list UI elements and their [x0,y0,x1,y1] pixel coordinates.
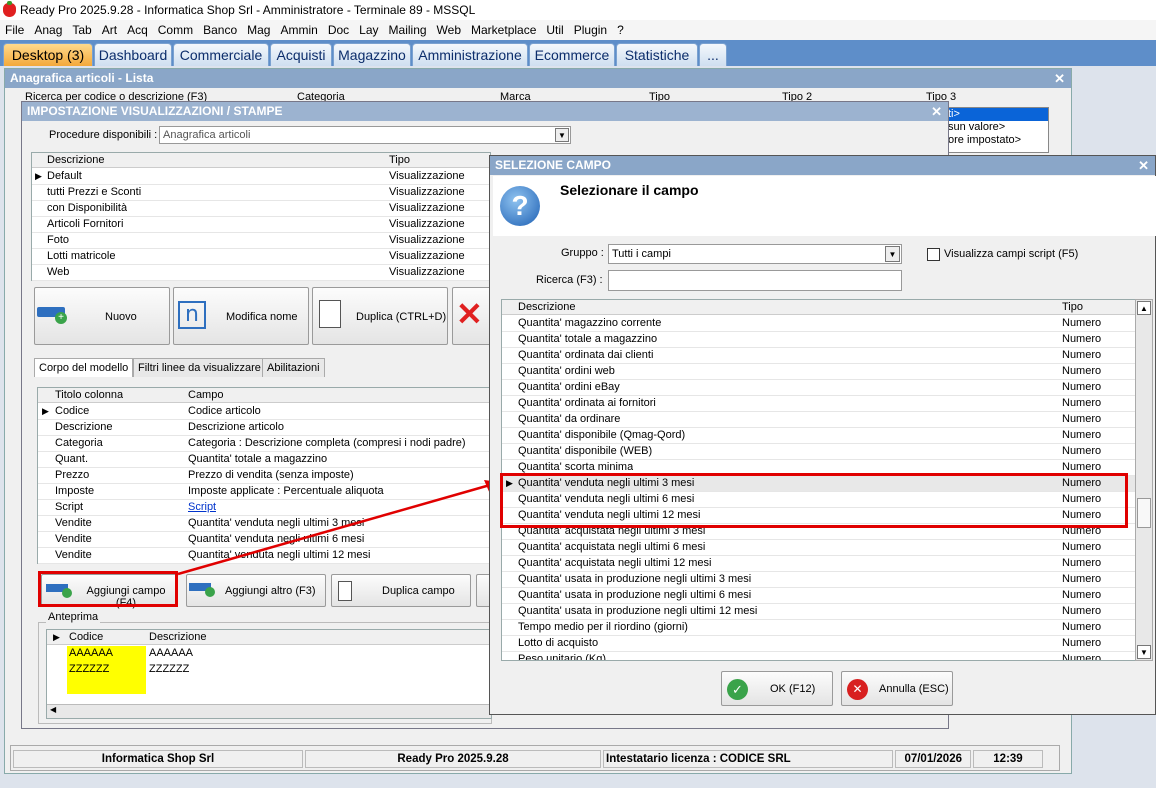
annulla-label: Annulla (ESC) [879,683,949,695]
cell-descrizione: Quantita' ordini eBay [518,381,620,393]
dialog-heading: Selezionare il campo [560,182,699,198]
cell-tipo: Numero [1062,589,1102,601]
field-row[interactable]: Quantita' usata in produzione negli ulti… [502,604,1137,620]
cell-descrizione: Lotto di acquisto [518,637,599,649]
field-row[interactable]: Quantita' ordinata dai clienti Numero [502,348,1137,364]
grid-header: Descrizione Tipo [502,300,1137,315]
checkbox-label: Visualizza campi script (F5) [944,248,1079,260]
cell-tipo: Numero [1062,605,1102,617]
status-licensee: Intestatario licenza : CODICE SRL [603,750,893,768]
cell-descrizione: Quantita' usata in produzione negli ulti… [518,589,752,601]
field-row[interactable]: Quantita' usata in produzione negli ulti… [502,572,1137,588]
cell-descrizione: Peso unitario (Kg) [518,653,607,661]
cell-descrizione: Quantita' magazzino corrente [518,317,662,329]
annulla-button[interactable]: ✕ Annulla (ESC) [841,671,953,706]
selezione-campo-dialog: SELEZIONE CAMPO ✕ ? Selezionare il campo… [489,155,1156,715]
cell-descrizione: Quantita' disponibile (Qmag-Qord) [518,429,686,441]
cell-tipo: Numero [1062,557,1102,569]
dialog-title-bar: SELEZIONE CAMPO ✕ [490,156,1155,175]
ok-button[interactable]: ✓ OK (F12) [721,671,833,706]
script-checkbox[interactable] [927,248,940,261]
field-row[interactable]: Quantita' da ordinare Numero [502,412,1137,428]
field-row[interactable]: Quantita' ordini eBay Numero [502,380,1137,396]
cell-descrizione: Quantita' ordini web [518,365,615,377]
arrow-line [177,483,491,576]
ok-label: OK (F12) [770,683,816,695]
gruppo-value: Tutti i campi [612,248,671,260]
field-row[interactable]: Lotto di acquisto Numero [502,636,1137,652]
status-bar: Informatica Shop Srl Ready Pro 2025.9.28… [10,745,1060,771]
field-row[interactable]: Quantita' totale a magazzino Numero [502,332,1137,348]
ricerca-label: Ricerca (F3) : [536,274,603,286]
cell-descrizione: Quantita' acquistata negli ultimi 12 mes… [518,557,712,569]
cell-tipo: Numero [1062,333,1102,345]
vertical-scrollbar[interactable]: ▲ ▼ [1135,299,1153,661]
field-row[interactable]: Quantita' usata in produzione negli ulti… [502,588,1137,604]
field-row[interactable]: Quantita' magazzino corrente Numero [502,316,1137,332]
cell-descrizione: Quantita' acquistata negli ultimi 6 mesi [518,541,706,553]
field-row[interactable]: Quantita' acquistata negli ultimi 12 mes… [502,556,1137,572]
status-date: 07/01/2026 [895,750,971,768]
cell-tipo: Numero [1062,397,1102,409]
field-row[interactable]: Tempo medio per il riordino (giorni) Nume… [502,620,1137,636]
chevron-down-icon[interactable]: ▼ [885,246,900,262]
cell-descrizione: Quantita' ordinata ai fornitori [518,397,656,409]
cell-descrizione: Quantita' usata in produzione negli ulti… [518,605,758,617]
field-row[interactable]: Quantita' ordinata ai fornitori Numero [502,396,1137,412]
cell-tipo: Numero [1062,381,1102,393]
ricerca-input[interactable] [608,270,902,291]
cell-tipo: Numero [1062,541,1102,553]
question-icon: ? [500,186,540,226]
cell-tipo: Numero [1062,429,1102,441]
cell-tipo: Numero [1062,573,1102,585]
scroll-thumb[interactable] [1137,498,1151,528]
cell-descrizione: Quantita' totale a magazzino [518,333,658,345]
gruppo-label: Gruppo : [561,247,604,259]
cell-tipo: Numero [1062,349,1102,361]
cell-tipo: Numero [1062,653,1102,661]
highlight-venduta-rows [500,473,1128,528]
field-row[interactable]: Quantita' acquistata negli ultimi 6 mesi… [502,540,1137,556]
status-time: 12:39 [973,750,1043,768]
arrow-down-icon[interactable]: ▼ [1137,645,1151,659]
cell-tipo: Numero [1062,445,1102,457]
field-row[interactable]: Quantita' disponibile (Qmag-Qord) Numero [502,428,1137,444]
cell-descrizione: Quantita' da ordinare [518,413,621,425]
field-row[interactable]: Peso unitario (Kg) Numero [502,652,1137,661]
close-icon[interactable]: ✕ [1138,156,1149,175]
dialog-title: SELEZIONE CAMPO [495,158,612,172]
check-icon: ✓ [727,679,748,700]
cell-descrizione: Tempo medio per il riordino (giorni) [518,621,688,633]
cell-tipo: Numero [1062,637,1102,649]
status-company: Informatica Shop Srl [13,750,303,768]
gruppo-select[interactable]: Tutti i campi ▼ [608,244,902,264]
cell-tipo: Numero [1062,413,1102,425]
arrow-up-icon[interactable]: ▲ [1137,301,1151,315]
cancel-x-icon: ✕ [847,679,868,700]
field-row[interactable]: Quantita' disponibile (WEB) Numero [502,444,1137,460]
field-row[interactable]: Quantita' ordini web Numero [502,364,1137,380]
cell-tipo: Numero [1062,621,1102,633]
cell-descrizione: Quantita' ordinata dai clienti [518,349,654,361]
cell-tipo: Numero [1062,365,1102,377]
status-version: Ready Pro 2025.9.28 [305,750,601,768]
cell-tipo: Numero [1062,317,1102,329]
column-header: Tipo [1062,301,1083,313]
column-header: Descrizione [518,301,576,313]
dialog-header: ? Selezionare il campo [493,176,1156,236]
cell-descrizione: Quantita' disponibile (WEB) [518,445,653,457]
cell-descrizione: Quantita' usata in produzione negli ulti… [518,573,752,585]
